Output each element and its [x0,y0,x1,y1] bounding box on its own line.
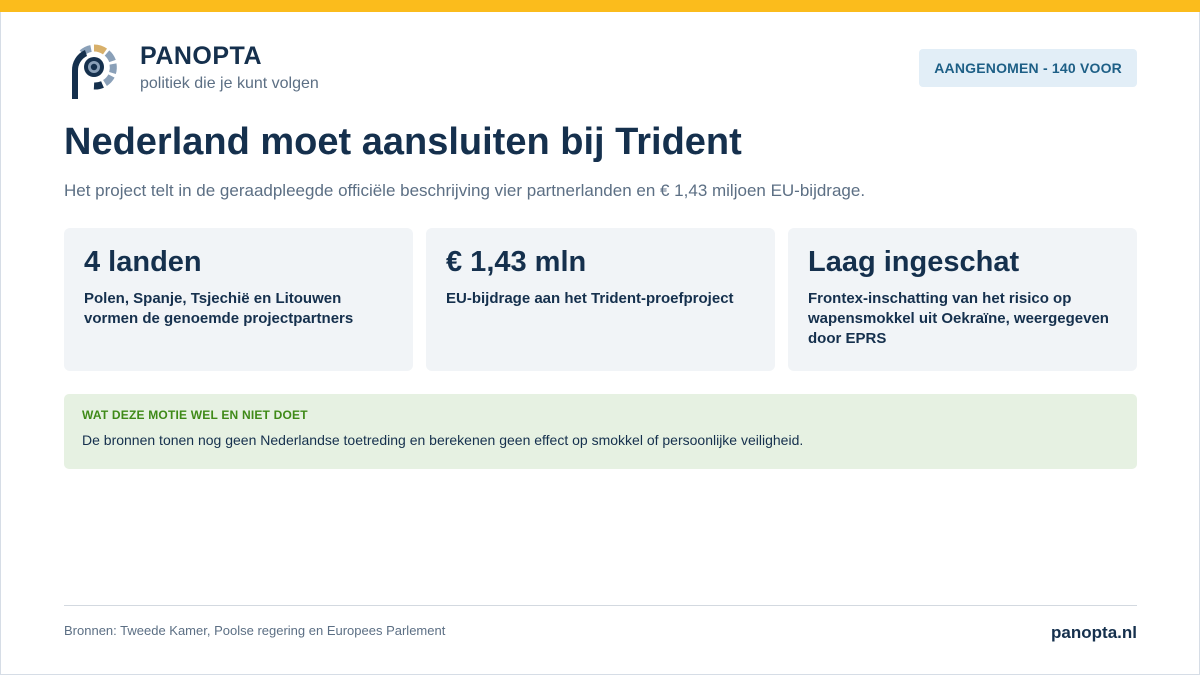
footer-divider [64,605,1137,606]
stat-card-risk: Laag ingeschat Frontex-inschatting van h… [788,228,1137,371]
brand-name: PANOPTA [140,42,263,70]
note-label: WAT DEZE MOTIE WEL EN NIET DOET [82,408,308,422]
footer-site-link[interactable]: panopta.nl [1051,623,1137,643]
page-title: Nederland moet aansluiten bij Trident [64,121,742,163]
stat-card-eu-contribution: € 1,43 mln EU-bijdrage aan het Trident-p… [426,228,775,371]
brand-tagline: politiek die je kunt volgen [140,75,319,92]
stat-value: € 1,43 mln [446,246,587,278]
stat-card-countries: 4 landen Polen, Spanje, Tsjechië en Lito… [64,228,413,371]
motion-note: WAT DEZE MOTIE WEL EN NIET DOET De bronn… [64,394,1137,469]
page-subtitle: Het project telt in de geraadpleegde off… [64,181,866,200]
stat-value: 4 landen [84,246,202,278]
panopta-logo-icon [71,44,117,99]
note-text: De bronnen tonen nog geen Nederlandse to… [82,432,804,448]
stat-description: EU-bijdrage aan het Trident-proefproject [446,290,734,307]
accent-bar [0,0,1200,12]
stat-description: Frontex-inschatting van het risico op wa… [808,290,1109,347]
stats-cards: 4 landen Polen, Spanje, Tsjechië en Lito… [64,228,1137,371]
stat-value: Laag ingeschat [808,246,1020,278]
stat-description: Polen, Spanje, Tsjechië en Litouwen vorm… [84,290,354,327]
status-badge: AANGENOMEN - 140 VOOR [919,49,1137,87]
footer-sources: Bronnen: Tweede Kamer, Poolse regering e… [64,623,446,638]
